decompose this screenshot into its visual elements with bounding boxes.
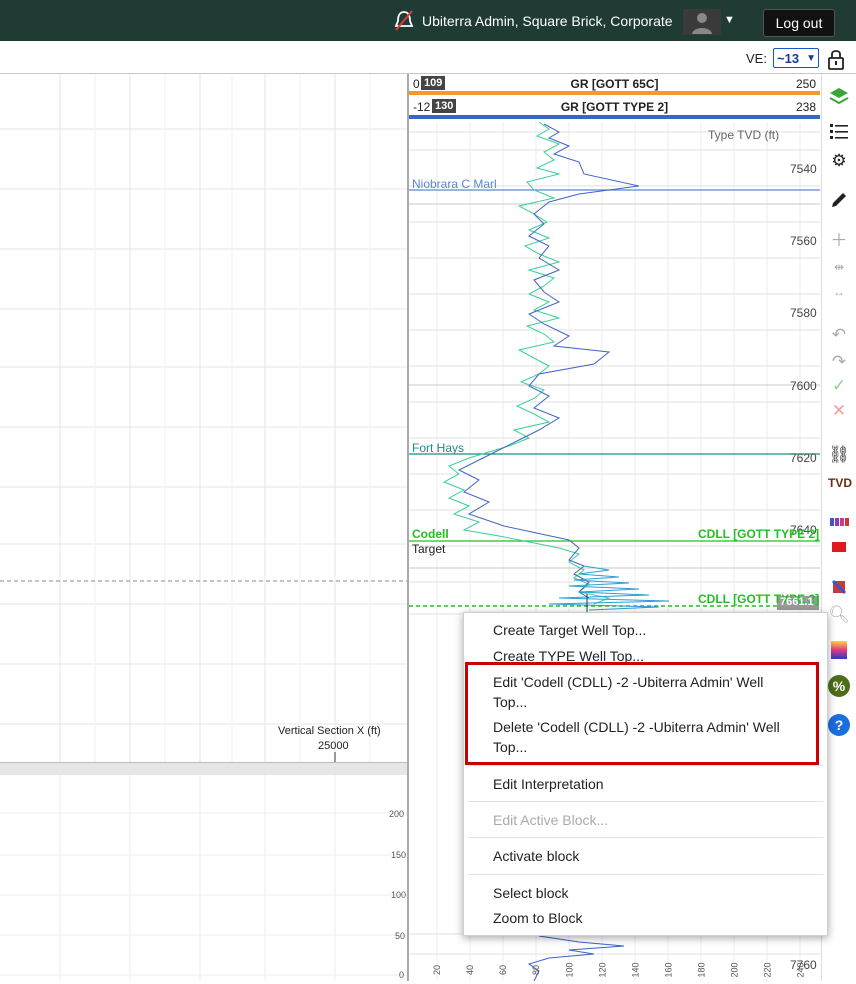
top-label-fort-hays[interactable]: Fort Hays — [412, 441, 464, 455]
red-rect-icon[interactable] — [828, 536, 850, 558]
top-label-niobrara[interactable]: Niobrara C Marl — [412, 177, 497, 191]
axis-tick: 40 — [465, 964, 476, 976]
depth-label: 7560 — [790, 234, 817, 248]
pencil-icon[interactable] — [828, 189, 850, 211]
ve-label: VE: — [746, 51, 767, 66]
list-icon[interactable] — [828, 120, 850, 142]
menu-separator — [468, 837, 823, 838]
chevron-down-icon: ▼ — [806, 53, 816, 64]
plus-icon[interactable]: ＋ — [828, 230, 850, 252]
tvd-icon[interactable]: TVD — [828, 472, 852, 494]
highlight-box — [465, 662, 819, 765]
lock-icon[interactable] — [826, 48, 846, 70]
lower-tick: 0 — [399, 970, 405, 980]
lower-tick: 100 — [391, 890, 407, 900]
log-color-bar — [409, 115, 820, 119]
lower-tick: 50 — [395, 931, 406, 941]
log-name: GR [GOTT 65C] — [570, 77, 659, 91]
log-color-bar — [409, 91, 820, 95]
ve-value: ~13 — [777, 51, 800, 66]
log-max: 250 — [795, 77, 816, 91]
lower-tick: 200 — [389, 809, 405, 819]
right-top-label: CDLL [GOTT TYPE 2] — [698, 527, 820, 541]
axis-tick: 120 — [597, 962, 608, 978]
logout-button[interactable]: Log out — [763, 9, 835, 37]
axis-tick: 180 — [696, 962, 707, 978]
axis-tick: 100 — [564, 962, 575, 978]
layers-icon[interactable] — [828, 84, 850, 106]
menu-select-block[interactable]: Select block — [493, 883, 568, 903]
depth-label: 7540 — [790, 162, 817, 176]
axis-tick: 240 — [795, 962, 806, 978]
help-icon[interactable]: ? — [828, 714, 850, 736]
section-plot[interactable] — [0, 74, 407, 762]
chevron-down-icon[interactable]: ▼ — [724, 14, 735, 26]
axis-tick: 200 — [729, 962, 740, 978]
gradient-icon[interactable] — [828, 639, 850, 661]
section-axis-value: 25000 — [318, 740, 349, 752]
lower-tick: 150 — [391, 850, 407, 860]
top-label-target[interactable]: Target — [412, 542, 445, 556]
lower-plot[interactable] — [0, 775, 407, 981]
zoom-icon[interactable]: 🔍︎ — [828, 604, 850, 626]
menu-activate-block[interactable]: Activate block — [493, 846, 579, 866]
depth-title: Type TVD (ft) — [708, 128, 780, 142]
axis-tick: 220 — [762, 962, 773, 978]
log-max: 238 — [795, 100, 816, 114]
depth-label: 7580 — [790, 306, 817, 320]
check-icon[interactable]: ✓ — [828, 375, 850, 397]
flag-icon[interactable] — [828, 576, 850, 598]
cursor-depth: 7661.1 — [780, 596, 814, 608]
bars-icon[interactable] — [828, 511, 850, 533]
depth-label: 7620 — [790, 451, 817, 465]
log-name: GR [GOTT TYPE 2] — [560, 100, 669, 114]
depth-label: 7600 — [790, 379, 817, 393]
sub-toolbar — [0, 41, 856, 74]
link-icon[interactable]: ⛓ — [828, 444, 850, 466]
close-icon[interactable]: ✕ — [828, 400, 850, 422]
menu-separator — [468, 801, 823, 802]
gear-icon[interactable]: ⚙ — [828, 150, 850, 172]
menu-separator — [468, 874, 823, 875]
no-notifications-icon[interactable] — [393, 9, 415, 33]
menu-edit-interpretation[interactable]: Edit Interpretation — [493, 774, 604, 794]
axis-tick: 60 — [498, 964, 509, 976]
ve-select[interactable]: ~13 ▼ — [773, 48, 819, 68]
menu-create-target-well-top[interactable]: Create Target Well Top... — [493, 620, 646, 640]
axis-tick: 140 — [630, 962, 641, 978]
menu-edit-active-block: Edit Active Block... — [493, 812, 609, 828]
avatar[interactable] — [683, 9, 721, 35]
redo-icon[interactable]: ↷ — [828, 351, 850, 373]
undo-icon[interactable]: ↶ — [828, 324, 850, 346]
top-label-codell[interactable]: Codell — [412, 527, 449, 541]
axis-tick: 20 — [432, 964, 443, 976]
section-axis-label: Vertical Section X (ft) — [278, 725, 381, 737]
expand-icon[interactable]: ↔ — [828, 281, 850, 303]
menu-zoom-to-block[interactable]: Zoom to Block — [493, 908, 582, 928]
percent-icon[interactable]: % — [828, 675, 850, 697]
axis-tick: 160 — [663, 962, 674, 978]
user-name[interactable]: Ubiterra Admin, Square Brick, Corporate — [422, 13, 673, 29]
axis-tick: 80 — [531, 964, 542, 976]
context-menu: Create Target Well Top... Create TYPE We… — [463, 612, 828, 936]
menu-separator — [468, 765, 823, 766]
split-icon[interactable]: ⇹ — [828, 256, 850, 278]
